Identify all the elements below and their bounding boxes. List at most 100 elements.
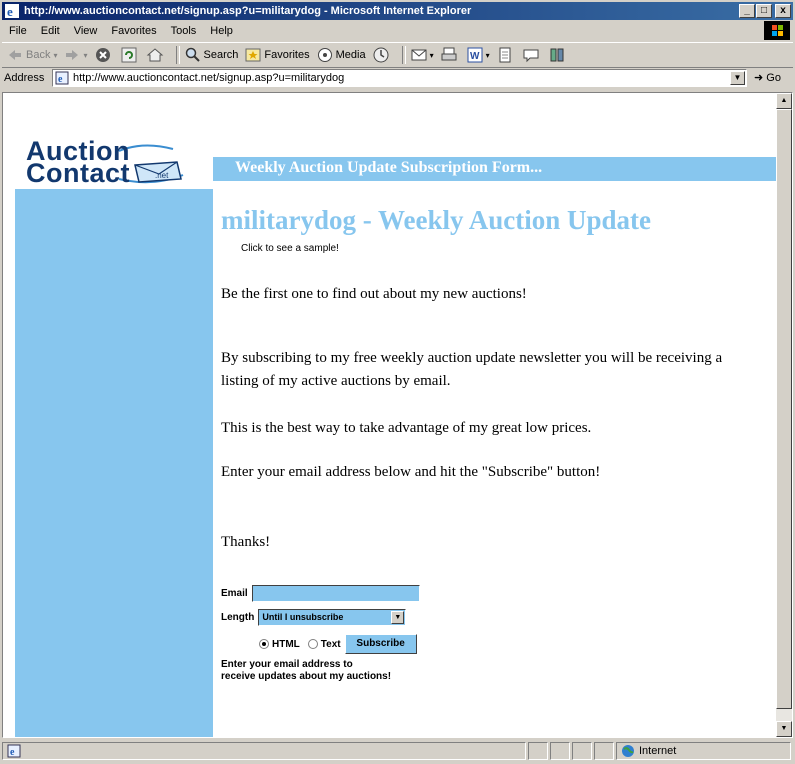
scroll-up-button[interactable]: ▲ bbox=[776, 93, 792, 109]
text-radio-label: Text bbox=[320, 638, 341, 650]
status-bar: e Internet bbox=[2, 740, 793, 762]
search-button[interactable]: Search bbox=[184, 46, 239, 64]
zone-label: Internet bbox=[639, 745, 677, 757]
email-row: Email bbox=[221, 585, 420, 602]
page-status-icon: e bbox=[7, 744, 21, 758]
address-input[interactable]: e http://www.auctioncontact.net/signup.a… bbox=[52, 69, 747, 87]
chat-bubble-icon bbox=[522, 46, 540, 64]
toolbar-separator bbox=[175, 46, 180, 64]
globe-icon bbox=[622, 745, 634, 757]
toolbar: Back ▾ ▾ Search Favorites Media ▾ W ▾ bbox=[2, 42, 793, 68]
history-button[interactable] bbox=[372, 46, 392, 64]
vertical-scrollbar[interactable]: ▲ ▼ bbox=[776, 93, 792, 737]
address-url: http://www.auctioncontact.net/signup.asp… bbox=[73, 72, 345, 84]
intro-paragraph: Be the first one to find out about my ne… bbox=[221, 286, 527, 302]
ie-window: e http://www.auctioncontact.net/signup.a… bbox=[0, 0, 795, 764]
format-row: HTML Text Subscribe bbox=[259, 634, 417, 654]
forward-arrow-icon bbox=[63, 46, 81, 64]
menu-edit[interactable]: Edit bbox=[34, 25, 67, 37]
logo-tag: .net bbox=[155, 171, 169, 180]
address-label: Address bbox=[4, 72, 45, 84]
page-content: Weekly Auction Update Subscription Form.… bbox=[3, 93, 777, 737]
edit-dropdown-icon: ▾ bbox=[485, 50, 490, 60]
window-title: http://www.auctioncontact.net/signup.asp… bbox=[24, 5, 472, 17]
edit-word-button[interactable]: W ▾ bbox=[466, 46, 490, 64]
menu-help[interactable]: Help bbox=[203, 25, 240, 37]
home-icon bbox=[146, 46, 164, 64]
security-zone-pane: Internet bbox=[616, 742, 791, 760]
favorites-icon bbox=[244, 46, 262, 64]
menu-view[interactable]: View bbox=[67, 25, 105, 37]
menu-favorites[interactable]: Favorites bbox=[104, 25, 163, 37]
forward-button[interactable]: ▾ bbox=[63, 46, 88, 64]
sample-link[interactable]: Click to see a sample! bbox=[241, 243, 339, 254]
go-button[interactable]: ➜ Go bbox=[754, 71, 781, 84]
length-select[interactable]: Until I unsubscribe ▼ bbox=[258, 609, 407, 626]
svg-text:e: e bbox=[7, 4, 13, 18]
back-dropdown-icon: ▾ bbox=[53, 50, 58, 60]
form-note: Enter your email address to receive upda… bbox=[221, 659, 391, 683]
status-pane-blank bbox=[594, 742, 614, 760]
svg-text:e: e bbox=[10, 747, 15, 758]
stop-button[interactable] bbox=[94, 46, 114, 64]
html-radio-label: HTML bbox=[272, 638, 300, 650]
media-label: Media bbox=[335, 49, 366, 61]
stop-icon bbox=[94, 46, 112, 64]
title-bar: e http://www.auctioncontact.net/signup.a… bbox=[2, 2, 793, 20]
research-icon bbox=[548, 46, 566, 64]
envelope-icon: .net bbox=[134, 161, 182, 183]
back-button[interactable]: Back ▾ bbox=[6, 46, 57, 64]
mail-icon bbox=[410, 46, 428, 64]
media-icon bbox=[316, 46, 334, 64]
note-line-1: Enter your email address to bbox=[221, 659, 353, 670]
word-icon: W bbox=[466, 46, 484, 64]
page-icon: e bbox=[55, 71, 69, 85]
maximize-button[interactable]: □ bbox=[756, 4, 772, 18]
print-button[interactable] bbox=[440, 46, 460, 64]
status-pane-blank bbox=[528, 742, 548, 760]
home-button[interactable] bbox=[146, 46, 166, 64]
close-button[interactable]: x bbox=[775, 4, 791, 18]
messenger-button[interactable] bbox=[522, 46, 542, 64]
description-paragraph: By subscribing to my free weekly auction… bbox=[221, 350, 723, 389]
address-dropdown-button[interactable]: ▼ bbox=[730, 71, 745, 85]
refresh-button[interactable] bbox=[120, 46, 140, 64]
length-row: Length Until I unsubscribe ▼ bbox=[221, 609, 407, 626]
subscribe-button[interactable]: Subscribe bbox=[344, 634, 417, 654]
svg-text:W: W bbox=[470, 51, 480, 62]
media-button[interactable]: Media bbox=[316, 46, 366, 64]
logo-word-2: Contact bbox=[26, 158, 130, 188]
left-sidebar bbox=[15, 189, 213, 737]
status-pane-blank bbox=[550, 742, 570, 760]
menu-file[interactable]: File bbox=[2, 25, 34, 37]
text-radio[interactable] bbox=[307, 639, 318, 649]
html-radio[interactable] bbox=[259, 639, 269, 649]
address-bar: Address e http://www.auctioncontact.net/… bbox=[2, 68, 793, 90]
menu-bar: File Edit View Favorites Tools Help bbox=[2, 21, 793, 40]
mail-button[interactable]: ▾ bbox=[410, 46, 434, 64]
menu-tools[interactable]: Tools bbox=[164, 25, 204, 37]
mail-dropdown-icon: ▾ bbox=[429, 50, 434, 60]
discuss-button[interactable] bbox=[496, 46, 516, 64]
go-arrow-icon: ➜ bbox=[754, 72, 764, 84]
email-field[interactable] bbox=[251, 585, 420, 602]
favorites-button[interactable]: Favorites bbox=[244, 46, 310, 64]
chevron-down-icon: ▼ bbox=[391, 611, 405, 624]
status-pane-blank bbox=[572, 742, 592, 760]
svg-text:e: e bbox=[58, 74, 63, 85]
research-button[interactable] bbox=[548, 46, 568, 64]
scroll-down-button[interactable]: ▼ bbox=[776, 721, 792, 737]
document-icon bbox=[496, 46, 514, 64]
history-icon bbox=[372, 46, 390, 64]
length-label: Length bbox=[221, 612, 255, 623]
toolbar-separator bbox=[401, 46, 406, 64]
scroll-thumb[interactable] bbox=[776, 109, 792, 709]
back-arrow-icon bbox=[6, 46, 24, 64]
search-icon bbox=[184, 46, 202, 64]
search-label: Search bbox=[203, 49, 239, 61]
go-label: Go bbox=[766, 72, 781, 84]
minimize-button[interactable]: _ bbox=[739, 4, 755, 18]
auction-contact-logo[interactable]: Auction Contact .net bbox=[23, 135, 203, 189]
status-text-pane: e bbox=[2, 742, 526, 760]
page-banner: Weekly Auction Update Subscription Form.… bbox=[213, 157, 777, 181]
